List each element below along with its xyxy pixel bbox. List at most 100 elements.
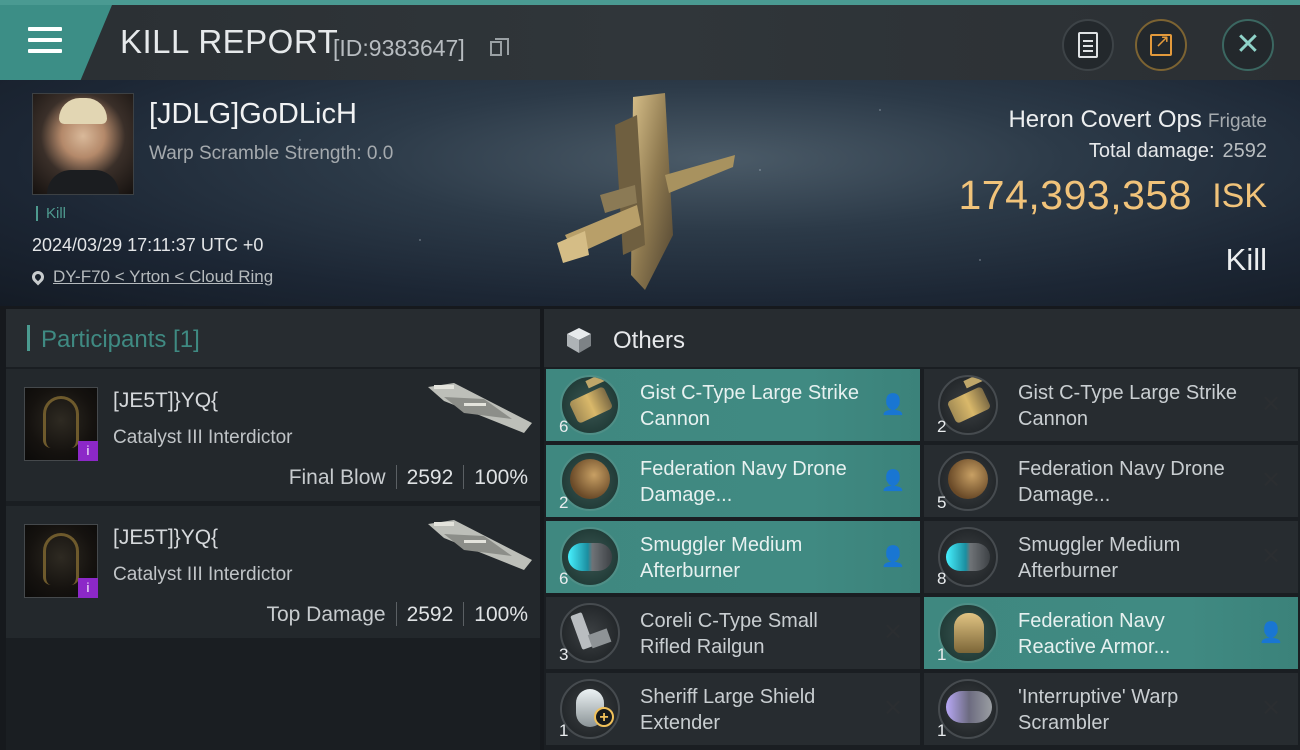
module-item[interactable]: 2 Gist C-Type Large Strike Cannon ✕ xyxy=(924,369,1298,441)
module-name: Smuggler Medium Afterburner xyxy=(640,534,803,582)
dish-glyph xyxy=(570,459,610,499)
destroyed-x-icon: ✕ xyxy=(882,618,904,646)
isk-value: 174,393,358 xyxy=(958,172,1192,218)
menu-button[interactable] xyxy=(0,5,112,80)
module-item[interactable]: 3 Coreli C-Type Small Rifled Railgun ✕ xyxy=(546,597,920,669)
cannon-glyph xyxy=(946,386,992,424)
participant-name: [JE5T]}YQ{ xyxy=(113,389,219,412)
module-item[interactable]: 8 Smuggler Medium Afterburner ✕ xyxy=(924,521,1298,593)
ship-name: Heron Covert Ops xyxy=(1008,106,1202,133)
module-name: Coreli C-Type Small Rifled Railgun xyxy=(640,610,818,658)
ship-class: Frigate xyxy=(1207,111,1267,132)
others-title: Others xyxy=(613,327,686,354)
plus-badge-icon: + xyxy=(594,707,614,727)
module-quantity: 2 xyxy=(937,417,947,436)
railgun-icon xyxy=(560,603,620,663)
hamburger-icon-bar xyxy=(28,38,62,42)
participant-avatar: i xyxy=(24,387,98,461)
participant-percent: 100% xyxy=(474,603,528,626)
participant-avatar: i xyxy=(24,524,98,598)
module-item[interactable]: 6 Gist C-Type Large Strike Cannon 👤 xyxy=(546,369,920,441)
location-pin-icon xyxy=(29,268,47,286)
close-button[interactable]: ✕ xyxy=(1222,19,1274,71)
others-header: Others xyxy=(544,309,1300,367)
dropped-user-icon: 👤 xyxy=(880,544,906,568)
dish-glyph xyxy=(948,459,988,499)
warp-scramble-strength: Warp Scramble Strength: 0.0 xyxy=(149,143,394,164)
warp-scrambler-icon xyxy=(938,679,998,739)
participant-ship: Catalyst III Interdictor xyxy=(113,564,293,585)
report-id: [ID:9383647] xyxy=(333,35,465,61)
participants-header: Participants [1] xyxy=(6,309,540,367)
destroyed-x-icon: ✕ xyxy=(1260,694,1282,722)
divider xyxy=(395,465,397,489)
module-quantity: 1 xyxy=(937,721,947,740)
copy-icon[interactable] xyxy=(490,38,509,56)
info-badge-icon: i xyxy=(78,578,98,598)
cannon-glyph xyxy=(568,386,614,424)
module-item[interactable]: 6 Smuggler Medium Afterburner 👤 xyxy=(546,521,920,593)
module-quantity: 5 xyxy=(937,493,947,512)
module-quantity: 8 xyxy=(937,569,947,588)
victim-name[interactable]: [JDLG]GoDLicH xyxy=(149,98,357,131)
railgun-glyph xyxy=(570,612,594,650)
participants-panel: Participants [1] i [JE5T]}YQ{ Catalyst I… xyxy=(6,309,540,750)
afterburner-glyph xyxy=(568,543,612,571)
victim-avatar[interactable] xyxy=(32,93,134,195)
cannon-icon xyxy=(560,375,620,435)
page-title: KILL REPORT xyxy=(120,23,339,60)
participant-card[interactable]: i [JE5T]}YQ{ Catalyst III Interdictor Fi… xyxy=(6,369,540,501)
others-panel: Others 6 Gist C-Type Large Strike Cannon… xyxy=(544,309,1300,750)
location[interactable]: DY-F70 < Yrton < Cloud Ring xyxy=(29,267,273,287)
module-item[interactable]: 1 Federation Navy Reactive Armor... 👤 xyxy=(924,597,1298,669)
module-item[interactable]: 5 Federation Navy Drone Damage... ✕ xyxy=(924,445,1298,517)
total-damage-value: 2592 xyxy=(1222,140,1268,162)
clipboard-icon xyxy=(1078,32,1098,58)
module-quantity: 6 xyxy=(559,417,569,436)
armor-icon xyxy=(938,603,998,663)
module-quantity: 1 xyxy=(559,721,569,740)
participants-title: Participants [1] xyxy=(41,326,200,353)
participant-ship: Catalyst III Interdictor xyxy=(113,427,293,448)
victim-ship-image xyxy=(557,93,735,290)
dish-icon xyxy=(938,451,998,511)
close-icon: ✕ xyxy=(1235,27,1261,62)
clipboard-button[interactable] xyxy=(1062,19,1114,71)
participant-role: Final Blow xyxy=(288,466,386,489)
participant-card[interactable]: i [JE5T]}YQ{ Catalyst III Interdictor To… xyxy=(6,506,540,638)
hamburger-icon xyxy=(28,27,62,31)
participant-damage: 2592 xyxy=(406,603,454,626)
location-link[interactable]: DY-F70 < Yrton < Cloud Ring xyxy=(53,267,273,286)
dropped-user-icon: 👤 xyxy=(1258,620,1284,644)
module-name: Federation Navy Reactive Armor... xyxy=(1018,610,1171,658)
module-name: Gist C-Type Large Strike Cannon xyxy=(1018,382,1237,430)
share-button[interactable] xyxy=(1135,19,1187,71)
victim-ship-type[interactable]: Heron Covert Ops Frigate xyxy=(1008,106,1267,134)
module-name: Gist C-Type Large Strike Cannon xyxy=(640,382,859,430)
module-quantity: 6 xyxy=(559,569,569,588)
kill-timestamp: 2024/03/29 17:11:37 UTC +0 xyxy=(32,235,264,255)
participant-percent: 100% xyxy=(474,466,528,489)
participant-damage: 2592 xyxy=(406,466,454,489)
destroyed-x-icon: ✕ xyxy=(1260,542,1282,570)
participant-ship-image xyxy=(428,520,532,570)
share-icon xyxy=(1150,31,1172,56)
cube-icon xyxy=(567,328,591,353)
module-name: Federation Navy Drone Damage... xyxy=(1018,458,1225,506)
destroyed-x-icon: ✕ xyxy=(1260,390,1282,418)
module-item[interactable]: 1 'Interruptive' Warp Scrambler ✕ xyxy=(924,673,1298,745)
afterburner-icon xyxy=(560,527,620,587)
participant-ship-image xyxy=(428,383,532,433)
cannon-icon xyxy=(938,375,998,435)
dropped-user-icon: 👤 xyxy=(880,468,906,492)
afterburner-glyph xyxy=(946,543,990,571)
module-name: Federation Navy Drone Damage... xyxy=(640,458,847,506)
armor-glyph xyxy=(954,613,984,653)
module-item[interactable]: + 1 Sheriff Large Shield Extender ✕ xyxy=(546,673,920,745)
isk-unit: ISK xyxy=(1212,177,1267,215)
module-item[interactable]: 2 Federation Navy Drone Damage... 👤 xyxy=(546,445,920,517)
dish-icon xyxy=(560,451,620,511)
module-name: Smuggler Medium Afterburner xyxy=(1018,534,1181,582)
participant-role: Top Damage xyxy=(266,603,386,626)
total-damage-label: Total damage: xyxy=(1088,140,1215,162)
